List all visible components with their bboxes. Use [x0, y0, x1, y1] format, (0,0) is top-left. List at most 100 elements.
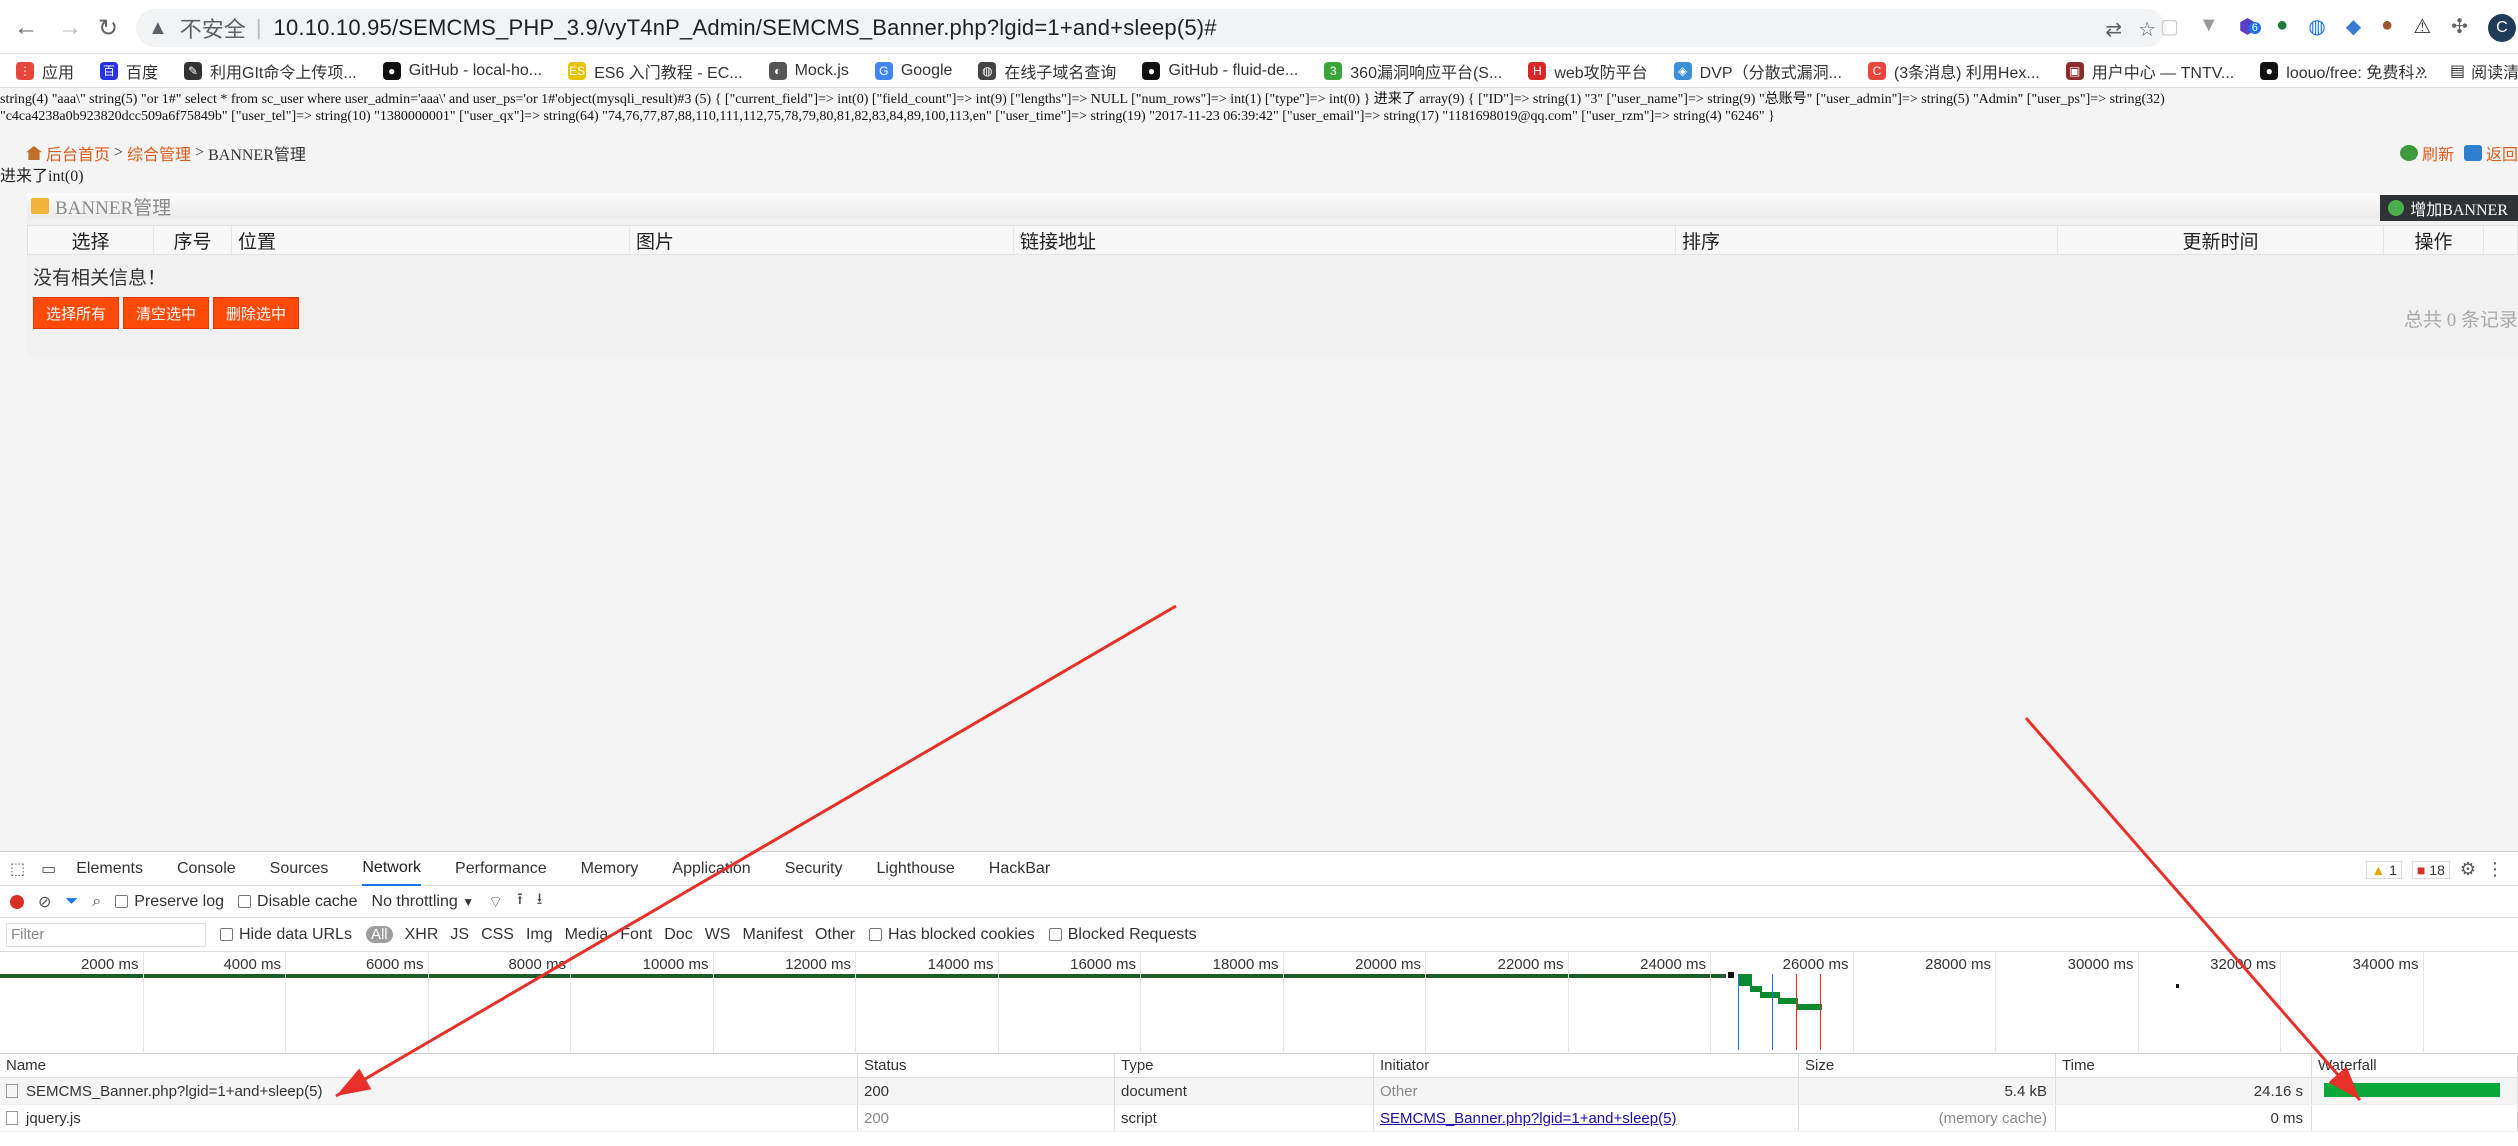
puzzle-icon[interactable]: ✣: [2451, 14, 2468, 42]
devtools-tab-sources[interactable]: Sources: [270, 852, 329, 886]
profile-avatar[interactable]: C: [2487, 14, 2516, 42]
bookmark-item[interactable]: ● GitHub - fluid-de...: [1142, 61, 1298, 80]
reload-icon[interactable]: ↻: [98, 14, 118, 43]
settings-gear-icon[interactable]: ⚙: [2460, 859, 2476, 880]
bookmarks-overflow[interactable]: »: [2416, 60, 2426, 81]
type-filter-other[interactable]: Other: [815, 926, 855, 944]
devtools-tab-hackbar[interactable]: HackBar: [989, 852, 1050, 886]
extension-circle-icon[interactable]: ●: [2276, 14, 2288, 42]
type-filter-js[interactable]: JS: [450, 926, 469, 944]
blocked-requests-checkbox[interactable]: Blocked Requests: [1048, 926, 1197, 944]
hide-data-urls-checkbox[interactable]: Hide data URLs: [220, 926, 352, 944]
bookmark-favicon-icon: ◍: [978, 61, 997, 80]
network-overview-timeline[interactable]: 2000 ms 4000 ms 6000 ms 8000 ms 10000 ms 1200…: [0, 952, 2518, 1054]
extension-globe-icon[interactable]: ◍: [2308, 14, 2325, 42]
bookmark-item[interactable]: G Google: [874, 61, 952, 80]
extension-drop-icon[interactable]: ◆: [2346, 14, 2361, 42]
errors-count[interactable]: ■ 18: [2411, 860, 2450, 879]
delete-selection-button[interactable]: 删除选中: [213, 297, 300, 329]
devtools-tab-network[interactable]: Network: [362, 852, 422, 886]
bookmark-item[interactable]: ✎ 利用GIt命令上传项...: [184, 59, 357, 83]
bookmark-item[interactable]: ⋮ 应用: [16, 59, 74, 83]
bookmark-item[interactable]: C (3条消息) 利用Hex...: [1867, 59, 2040, 83]
type-filter-doc[interactable]: Doc: [664, 926, 692, 944]
bookmark-label: ES6 入门教程 - EC...: [594, 64, 743, 82]
forward-arrow-icon[interactable]: →: [58, 14, 82, 42]
type-filter-xhr[interactable]: XHR: [405, 926, 439, 944]
record-icon[interactable]: [10, 894, 24, 909]
type-filter-css[interactable]: CSS: [481, 926, 514, 944]
disable-cache-checkbox[interactable]: Disable cache: [238, 893, 358, 911]
import-har-icon[interactable]: ⭱: [517, 888, 523, 915]
type-filter-media[interactable]: Media: [565, 926, 609, 944]
clear-selection-button[interactable]: 清空选中: [123, 297, 210, 329]
extension-square-icon[interactable]: ▢: [2160, 14, 2179, 42]
cookie-icon[interactable]: ●: [2381, 14, 2393, 42]
alert-triangle-icon[interactable]: ⚠: [2413, 14, 2431, 42]
select-all-button[interactable]: 选择所有: [33, 297, 120, 329]
request-column-initiator[interactable]: Initiator: [1374, 1054, 1799, 1077]
url-text[interactable]: 10.10.10.95/SEMCMS_PHP_3.9/vyT4nP_Admin/…: [274, 15, 1217, 41]
devtools-tab-application[interactable]: Application: [672, 852, 750, 886]
bookmark-item[interactable]: ● loouo/free: 免费科...: [2260, 59, 2428, 83]
devtools-tab-performance[interactable]: Performance: [455, 852, 547, 886]
request-column-type[interactable]: Type: [1115, 1054, 1374, 1077]
refresh-button[interactable]: 刷新: [2399, 141, 2454, 165]
timeline-tick-label: 26000 ms: [1782, 956, 1849, 973]
more-vertical-icon[interactable]: ⋮: [2486, 859, 2504, 880]
bookmark-favicon-icon: ◐: [768, 61, 787, 80]
type-filter-all[interactable]: All: [365, 926, 393, 943]
bookmark-star-icon[interactable]: ☆: [2138, 17, 2156, 42]
devtools-tab-elements[interactable]: Elements: [76, 852, 143, 886]
bookmark-favicon-icon: H: [1528, 61, 1547, 80]
type-filter-manifest[interactable]: Manifest: [742, 926, 802, 944]
back-arrow-icon[interactable]: ←: [14, 14, 38, 42]
warnings-count[interactable]: ▲ 1: [2366, 860, 2402, 879]
devtools-tab-lighthouse[interactable]: Lighthouse: [877, 852, 955, 886]
bookmark-item[interactable]: Hweb攻防平台: [1528, 59, 1648, 83]
request-column-time[interactable]: Time: [2056, 1054, 2312, 1077]
request-column-waterfall[interactable]: Waterfall: [2312, 1054, 2518, 1077]
throttling-select[interactable]: No throttling ▼: [372, 893, 475, 911]
bookmark-item[interactable]: ● GitHub - local-ho...: [382, 61, 542, 80]
type-filter-font[interactable]: Font: [620, 926, 652, 944]
breadcrumb-section-link[interactable]: 综合管理: [127, 141, 191, 165]
address-bar[interactable]: ▲ 不安全 | 10.10.10.95/SEMCMS_PHP_3.9/vyT4n…: [136, 9, 2166, 47]
bookmark-item[interactable]: ◐ Mock.js: [768, 61, 849, 80]
devtools-tab-console[interactable]: Console: [177, 852, 236, 886]
search-icon[interactable]: ⌕: [92, 893, 101, 911]
type-filter-ws[interactable]: WS: [705, 926, 731, 944]
bookmark-item[interactable]: ▣ 用户中心 — TNTV...: [2065, 59, 2234, 83]
request-column-name[interactable]: Name: [0, 1054, 858, 1077]
clear-icon[interactable]: ⊘: [38, 892, 51, 912]
bookmark-item[interactable]: ◍ 在线子域名查询: [978, 59, 1116, 83]
extension-hex-icon[interactable]: ⬢ 6: [2239, 14, 2261, 42]
devtools-tab-memory[interactable]: Memory: [581, 852, 639, 886]
request-row[interactable]: jquery.js 200 script SEMCMS_Banner.php?lgid…: [0, 1105, 2518, 1132]
type-filter-img[interactable]: Img: [526, 926, 553, 944]
bookmark-item[interactable]: 3 360漏洞响应平台(S...: [1324, 59, 1502, 83]
refresh-icon: [2399, 145, 2418, 161]
export-har-icon[interactable]: ⭳: [537, 888, 543, 915]
preserve-log-checkbox[interactable]: Preserve log: [115, 893, 224, 911]
blocked-cookies-checkbox[interactable]: Has blocked cookies: [868, 926, 1035, 944]
extension-filter-icon[interactable]: ▼: [2199, 14, 2219, 42]
bookmark-item[interactable]: ◈ DVP（分散式漏洞...: [1673, 59, 1842, 83]
bookmark-item[interactable]: ES ES6 入门教程 - EC...: [568, 59, 743, 83]
translate-icon[interactable]: ⇄: [2105, 17, 2122, 42]
inspect-element-icon[interactable]: ⬚: [10, 859, 25, 879]
network-conditions-icon[interactable]: ⌔: [488, 892, 503, 912]
filter-input[interactable]: Filter: [6, 922, 206, 947]
filter-icon[interactable]: ⏷: [65, 893, 78, 911]
reading-list[interactable]: ▤ 阅读清: [2450, 59, 2518, 83]
request-cell-initiator[interactable]: SEMCMS_Banner.php?lgid=1+and+sleep(5): [1374, 1105, 1799, 1131]
device-toggle-icon[interactable]: ▭: [41, 859, 56, 879]
add-banner-button[interactable]: 增加BANNER: [2380, 195, 2518, 221]
request-row[interactable]: SEMCMS_Banner.php?lgid=1+and+sleep(5) 200…: [0, 1078, 2518, 1105]
timeline-bar: [1778, 998, 1798, 1004]
request-column-size[interactable]: Size: [1799, 1054, 2056, 1077]
request-column-status[interactable]: Status: [858, 1054, 1115, 1077]
back-button[interactable]: 返回: [2463, 141, 2518, 165]
devtools-tab-security[interactable]: Security: [785, 852, 843, 886]
bookmark-item[interactable]: 百百度: [100, 59, 158, 83]
